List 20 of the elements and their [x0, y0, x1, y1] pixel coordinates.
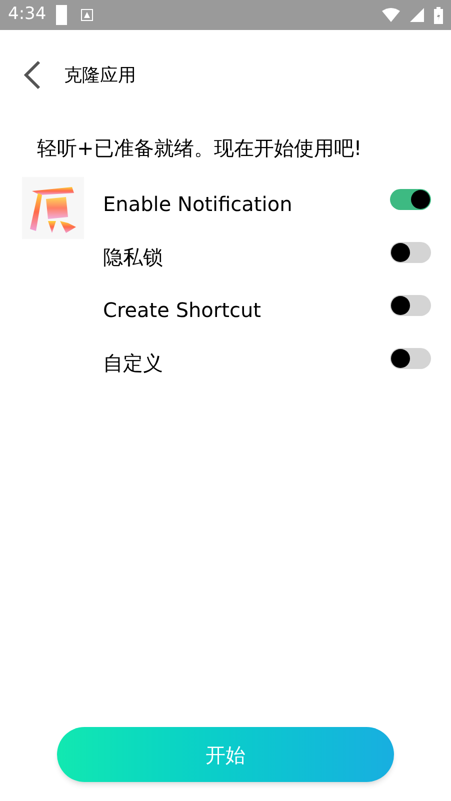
ready-message: 轻听+已准备就绪。现在开始使用吧! [37, 135, 363, 162]
option-label: Enable Notification [103, 190, 294, 218]
toggle-switch[interactable] [390, 348, 431, 369]
signal-icon [410, 8, 424, 22]
option-label: 隐私锁 [103, 244, 164, 270]
toggle-switch[interactable] [390, 189, 431, 210]
back-icon [23, 60, 41, 90]
status-time: 4:34 [8, 3, 46, 26]
battery-icon [434, 6, 443, 24]
sim-card-icon [56, 5, 68, 25]
app-icon [22, 177, 84, 239]
start-button[interactable]: 开始 [57, 727, 394, 782]
toggle-switch[interactable] [390, 242, 431, 263]
back-button[interactable] [22, 59, 42, 91]
option-label: 自定义 [103, 350, 164, 376]
wifi-icon [382, 8, 400, 22]
notification-icon [81, 9, 94, 21]
toggle-switch[interactable] [390, 295, 431, 316]
page-title: 克隆应用 [64, 64, 136, 88]
option-label: Create Shortcut [103, 296, 262, 324]
